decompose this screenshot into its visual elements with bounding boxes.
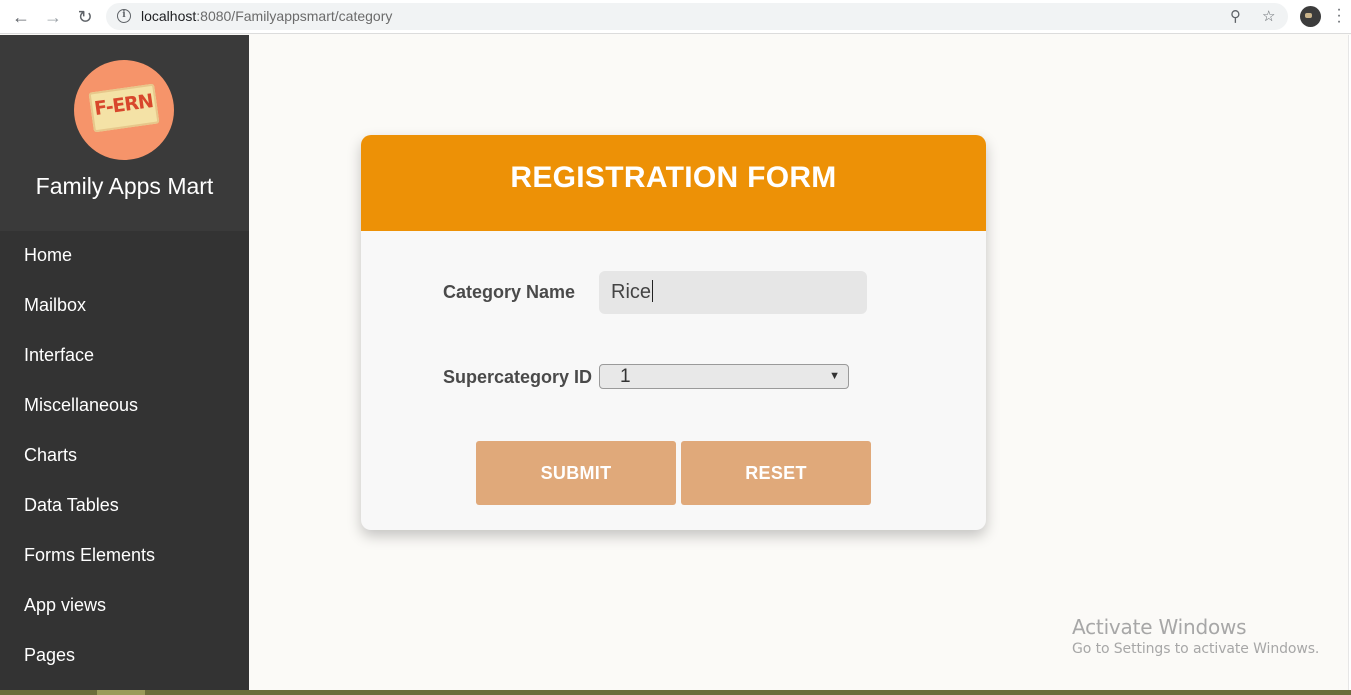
brand-title: Family Apps Mart <box>35 173 214 199</box>
url-text[interactable]: localhost:8080/Familyappsmart/category <box>141 8 392 24</box>
supercategory-id-select[interactable]: 1 ▼ <box>599 364 849 389</box>
forward-arrow-icon[interactable]: → <box>42 6 64 28</box>
star-icon[interactable]: ☆ <box>1262 7 1275 25</box>
sidebar: F-ERN Family Apps Mart Home Mailbox Inte… <box>0 35 249 692</box>
sidebar-item-mailbox[interactable]: Mailbox <box>0 281 249 331</box>
logo-plate: F-ERN <box>88 83 160 133</box>
taskbar-highlight <box>97 690 145 695</box>
browser-toolbar: ← → ↻ i localhost:8080/Familyappsmart/ca… <box>0 0 1351 34</box>
reload-icon[interactable]: ↻ <box>74 6 96 28</box>
sidebar-item-forms-elements[interactable]: Forms Elements <box>0 531 249 581</box>
brand-logo[interactable]: F-ERN <box>74 60 174 160</box>
form-title: REGISTRATION FORM <box>510 161 837 194</box>
text-caret <box>652 280 654 302</box>
dropdown-arrow-icon: ▼ <box>829 370 840 382</box>
taskbar-strip <box>0 690 1351 695</box>
menu-kebab-icon[interactable]: · · · <box>1334 2 1344 30</box>
profile-avatar-icon[interactable] <box>1300 6 1321 27</box>
sidebar-item-home[interactable]: Home <box>0 231 249 281</box>
reset-button[interactable]: RESET <box>681 441 871 505</box>
sidebar-brand: F-ERN Family Apps Mart <box>0 35 249 231</box>
supercategory-selected-value: 1 <box>620 366 631 387</box>
sidebar-item-charts[interactable]: Charts <box>0 431 249 481</box>
supercategory-id-label: Supercategory ID <box>443 367 593 387</box>
url-host: localhost <box>141 8 197 24</box>
zoom-icon[interactable]: ⚲ <box>1230 7 1241 25</box>
sidebar-item-app-views[interactable]: App views <box>0 581 249 631</box>
activate-windows-subtitle: Go to Settings to activate Windows. <box>1072 641 1320 657</box>
form-header: REGISTRATION FORM <box>361 135 986 231</box>
sidebar-menu: Home Mailbox Interface Miscellaneous Cha… <box>0 231 249 681</box>
sidebar-item-data-tables[interactable]: Data Tables <box>0 481 249 531</box>
url-path: :8080/Familyappsmart/category <box>196 8 393 24</box>
submit-button[interactable]: SUBMIT <box>476 441 676 505</box>
logo-text: F-ERN <box>92 90 155 121</box>
back-arrow-icon[interactable]: ← <box>10 6 32 28</box>
sidebar-item-interface[interactable]: Interface <box>0 331 249 381</box>
category-name-label: Category Name <box>443 282 576 302</box>
address-bar[interactable]: i localhost:8080/Familyappsmart/category… <box>106 3 1288 30</box>
sidebar-item-miscellaneous[interactable]: Miscellaneous <box>0 381 249 431</box>
info-icon[interactable]: i <box>117 9 131 23</box>
category-name-input[interactable]: Rice <box>599 271 867 314</box>
category-name-value: Rice <box>611 281 652 303</box>
sidebar-item-pages[interactable]: Pages <box>0 631 249 681</box>
registration-form-card: REGISTRATION FORM Category Name Rice Sup… <box>361 135 986 530</box>
activate-windows-title: Activate Windows <box>1072 615 1247 639</box>
